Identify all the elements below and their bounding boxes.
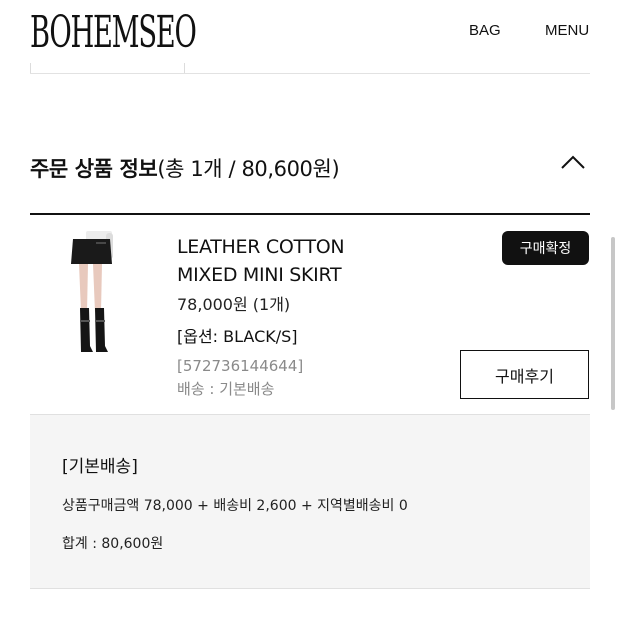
purchase-confirmed-badge[interactable]: 구매확정 bbox=[502, 231, 589, 265]
product-name[interactable]: LEATHER COTTON MIXED MINI SKIRT bbox=[177, 233, 427, 289]
summary-title: [기본배송] bbox=[62, 457, 138, 477]
section-title-summary: (총 1개 / 80,600원) bbox=[157, 157, 340, 181]
summary-breakdown: 상품구매금액 78,000 + 배송비 2,600 + 지역별배송비 0 bbox=[62, 498, 408, 514]
section-rule bbox=[30, 213, 590, 215]
divider-tick bbox=[30, 63, 31, 73]
product-option: [옵션: BLACK/S] bbox=[177, 327, 298, 346]
chevron-up-icon[interactable] bbox=[559, 153, 587, 171]
shipping-type: 배송 : 기본배송 bbox=[177, 380, 275, 398]
shipping-summary: [기본배송] 상품구매금액 78,000 + 배송비 2,600 + 지역별배송… bbox=[30, 415, 590, 589]
summary-total: 합계 : 80,600원 bbox=[62, 536, 164, 552]
section-title-label: 주문 상품 정보 bbox=[30, 157, 158, 181]
site-header: BOHEMSEO BAG MENU bbox=[0, 0, 620, 75]
menu-link[interactable]: MENU bbox=[545, 22, 589, 39]
order-items-title: 주문 상품 정보(총 1개 / 80,600원) bbox=[30, 153, 340, 183]
scrollbar[interactable] bbox=[611, 237, 615, 410]
write-review-button[interactable]: 구매후기 bbox=[460, 350, 589, 399]
divider-tick bbox=[184, 63, 185, 73]
order-code: [572736144644] bbox=[177, 357, 304, 375]
product-thumbnail[interactable] bbox=[66, 228, 124, 356]
bag-link[interactable]: BAG bbox=[469, 22, 501, 39]
brand-logo[interactable]: BOHEMSEO bbox=[30, 2, 197, 64]
product-price: 78,000원 (1개) bbox=[177, 295, 291, 314]
product-name-line2: MIXED MINI SKIRT bbox=[177, 264, 342, 286]
header-divider bbox=[30, 73, 590, 74]
product-name-line1: LEATHER COTTON bbox=[177, 236, 345, 258]
